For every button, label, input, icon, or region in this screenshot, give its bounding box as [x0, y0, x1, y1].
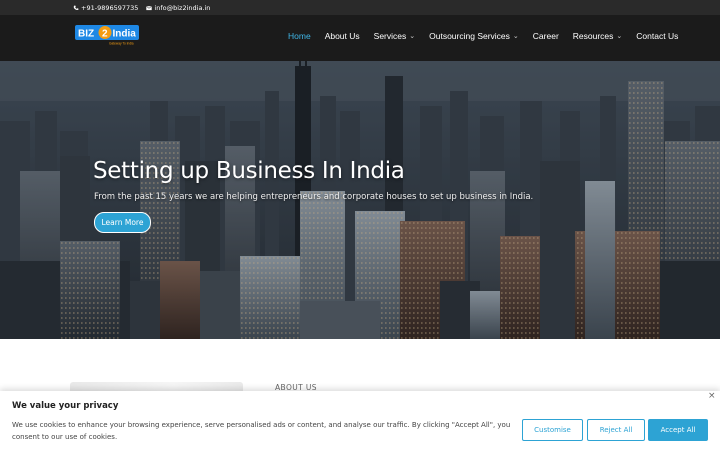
chevron-down-icon: ⌄: [616, 33, 623, 40]
biz2india-logo[interactable]: BIZ 2 India Gateway To India: [75, 24, 139, 46]
nav-item-label: Services: [373, 31, 407, 41]
site-header: BIZ 2 India Gateway To India Home About U…: [0, 15, 720, 61]
close-icon[interactable]: ×: [708, 391, 716, 401]
chevron-down-icon: ⌄: [512, 33, 519, 40]
phone-number: +91-9896597735: [81, 3, 139, 12]
cookie-consent-banner: We value your privacy We use cookies to …: [0, 391, 720, 450]
chevron-down-icon: ⌄: [409, 33, 416, 40]
nav-item-about-us[interactable]: About Us: [325, 31, 360, 41]
email-icon: [146, 5, 153, 10]
nav-item-contact-us[interactable]: Contact Us: [636, 31, 678, 41]
logo-text-left: BIZ: [78, 29, 94, 40]
phone-contact[interactable]: +91-9896597735: [73, 4, 138, 12]
top-contact-bar: +91-9896597735 info@biz2india.in: [0, 0, 720, 15]
nav-item-label: Home: [288, 31, 311, 41]
nav-item-label: Outsourcing Services: [429, 31, 510, 41]
logo-text-num: 2: [102, 29, 108, 40]
hero-title: Setting up Business In India: [93, 158, 405, 184]
nav-item-label: About Us: [324, 31, 360, 41]
logo-tagline: Gateway To India: [109, 42, 134, 46]
customise-button[interactable]: Customise: [522, 419, 583, 441]
hero-subtitle: From the past 15 years we are helping en…: [94, 192, 534, 202]
reject-all-button[interactable]: Reject All: [587, 419, 645, 441]
cookie-description: We use cookies to enhance your browsing …: [12, 421, 511, 441]
phone-icon: [73, 5, 79, 10]
nav-item-services[interactable]: Services ⌄: [374, 31, 415, 41]
nav-item-resources[interactable]: Resources ⌄: [573, 31, 623, 41]
nav-item-label: Contact Us: [636, 31, 679, 41]
logo-text-right: India: [113, 29, 137, 40]
cookie-title: We value your privacy: [12, 401, 119, 411]
email-contact[interactable]: info@biz2india.in: [146, 4, 210, 12]
main-navigation: Home About Us Services ⌄ Outsourcing Service…: [288, 29, 678, 43]
accept-all-button[interactable]: Accept All: [648, 419, 708, 441]
nav-item-outsourcing-services[interactable]: Outsourcing Services ⌄: [429, 31, 519, 41]
nav-item-home[interactable]: Home: [288, 31, 311, 41]
email-address: info@biz2india.in: [154, 3, 211, 12]
hero-banner: Setting up Business In India From the pa…: [0, 61, 720, 339]
nav-item-label: Career: [532, 31, 559, 41]
nav-item-label: Resources: [572, 31, 614, 41]
nav-item-career[interactable]: Career: [533, 31, 559, 41]
learn-more-button[interactable]: Learn More: [94, 212, 151, 233]
